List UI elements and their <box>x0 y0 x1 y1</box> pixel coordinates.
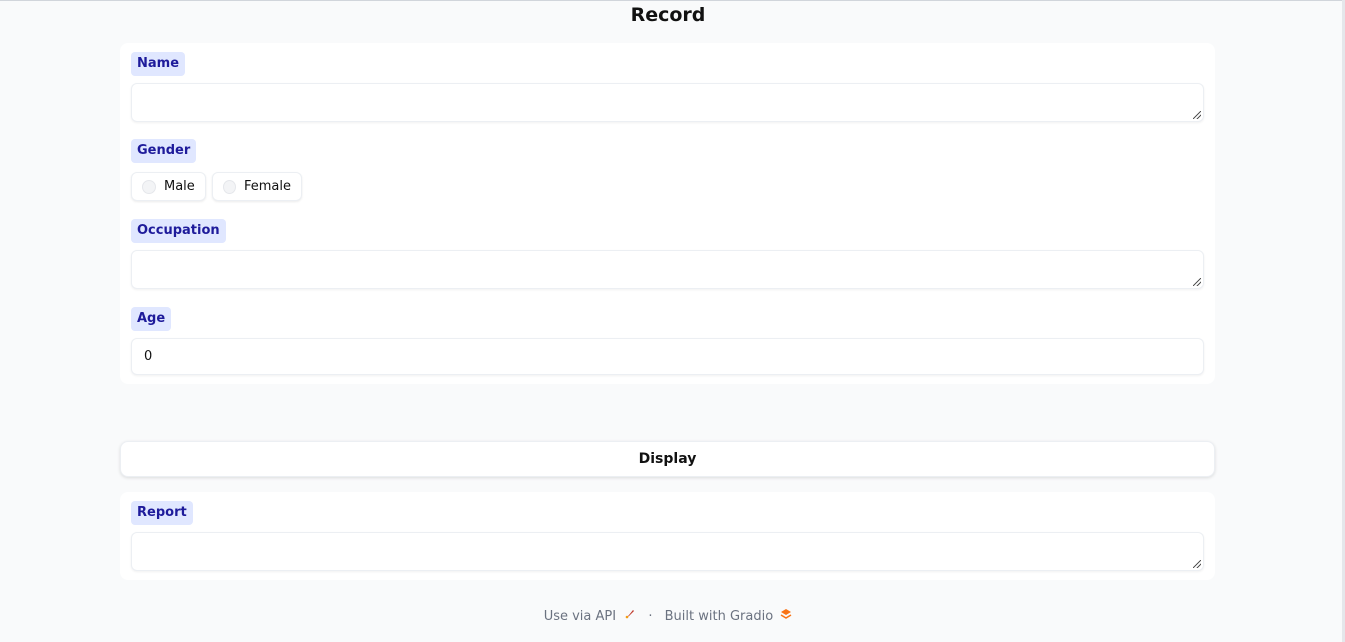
footer-separator: · <box>648 609 653 624</box>
radio-circle-icon[interactable] <box>223 179 236 194</box>
occupation-input[interactable] <box>132 251 1203 288</box>
gender-option-label: Female <box>243 179 291 194</box>
name-field[interactable] <box>131 83 1204 122</box>
name-input[interactable] <box>132 84 1203 121</box>
report-output[interactable] <box>132 533 1203 570</box>
report-field[interactable] <box>131 532 1204 571</box>
rocket-icon <box>624 608 636 624</box>
report-panel: Report <box>120 492 1215 580</box>
age-label: Age <box>131 307 172 331</box>
use-via-api-link[interactable]: Use via API <box>544 608 637 624</box>
resize-handle-icon[interactable] <box>1193 560 1201 568</box>
gender-option-male[interactable]: Male <box>131 172 206 201</box>
resize-handle-icon[interactable] <box>1193 111 1201 119</box>
resize-handle-icon[interactable] <box>1193 278 1201 286</box>
gender-option-female[interactable]: Female <box>212 172 302 201</box>
top-border <box>0 0 1345 1</box>
api-link-text[interactable]: Use via API <box>544 609 616 624</box>
footer: Use via API · Built with Gradio <box>0 608 1336 624</box>
display-button[interactable]: Display <box>120 441 1215 477</box>
page-title: Record <box>630 4 706 26</box>
occupation-field[interactable] <box>131 250 1204 289</box>
gender-label: Gender <box>131 139 197 163</box>
occupation-label: Occupation <box>131 219 226 243</box>
report-label: Report <box>131 501 193 525</box>
radio-circle-icon[interactable] <box>142 179 156 194</box>
age-input[interactable] <box>132 339 1203 374</box>
name-label: Name <box>131 52 186 76</box>
built-with-gradio-link[interactable]: Built with Gradio <box>665 608 793 624</box>
record-panel: Name Gender Male Female Occupation Age <box>120 43 1215 384</box>
gradio-logo-icon <box>780 608 792 624</box>
gender-option-label: Male <box>164 179 195 194</box>
age-field[interactable] <box>131 338 1204 375</box>
built-with-text[interactable]: Built with Gradio <box>665 609 774 624</box>
